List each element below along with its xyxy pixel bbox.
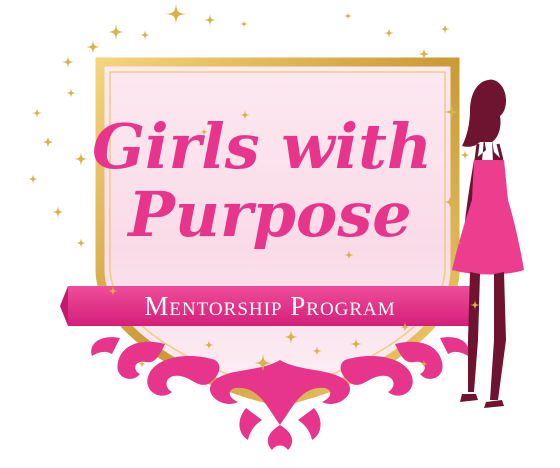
logo-title-line1: Girls with (92, 110, 432, 183)
woman-silhouette-icon (452, 79, 524, 408)
mentorship-banner: Mentorship Program (60, 286, 478, 326)
banner-text: Mentorship Program (144, 291, 395, 321)
logo-title-line2: Purpose (126, 178, 411, 251)
girls-with-purpose-logo: Girls with Purpose Mentorship Program (28, 4, 524, 450)
